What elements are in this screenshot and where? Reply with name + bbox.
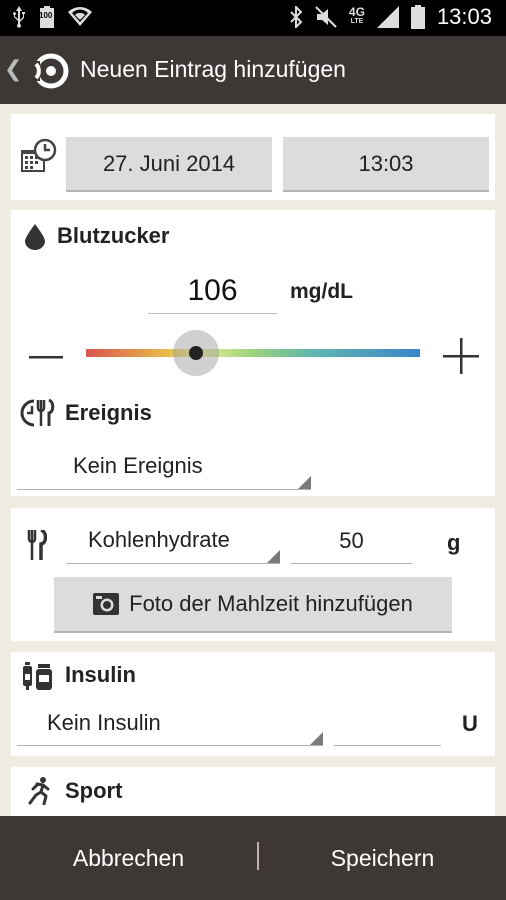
bottom-action-bar: Abbrechen Speichern (0, 816, 506, 900)
carbs-input[interactable]: 50 (291, 520, 412, 564)
save-button[interactable]: Speichern (259, 816, 506, 900)
cancel-button[interactable]: Abbrechen (0, 816, 257, 900)
dropdown-arrow-icon (267, 550, 280, 563)
carbs-unit: g (447, 530, 461, 555)
add-meal-photo-button[interactable]: Foto der Mahlzeit hinzufügen (54, 577, 452, 633)
camera-icon (93, 593, 120, 615)
event-dropdown[interactable]: Kein Ereignis (17, 446, 311, 490)
insulin-card: Insulin Kein Insulin U (11, 652, 495, 756)
insulin-title: Insulin (65, 662, 136, 687)
insulin-units-input[interactable] (334, 702, 441, 746)
signal-icon (376, 6, 399, 28)
sport-title: Sport (65, 778, 123, 803)
carbs-card: Kohlenhydrate 50 g Foto der Mahlzeit hin… (11, 508, 495, 641)
blood-sugar-input[interactable]: 106 (148, 268, 277, 314)
network-type: 4G LTE (348, 5, 365, 25)
wifi-icon (68, 7, 92, 27)
mute-icon (315, 6, 337, 28)
page-title: Neuen Eintrag hinzufügen (80, 56, 346, 82)
blood-sugar-title: Blutzucker (57, 223, 170, 248)
sport-card: Sport (11, 767, 495, 816)
blood-sugar-slider-track[interactable] (86, 349, 420, 357)
insulin-unit: U (462, 711, 478, 736)
date-button[interactable]: 27. Juni 2014 (66, 137, 272, 192)
battery-percent: 100 (39, 11, 53, 20)
datetime-card: 27. Juni 2014 13:03 (11, 114, 495, 200)
calendar-clock-icon (21, 138, 57, 172)
add-meal-photo-label: Foto der Mahlzeit hinzufügen (129, 591, 413, 616)
status-left: 100 (12, 6, 92, 28)
action-bar: ❮ Neuen Eintrag hinzufügen (0, 36, 506, 104)
minus-button[interactable] (29, 340, 63, 374)
insulin-type-dropdown[interactable]: Kein Insulin (17, 702, 323, 746)
event-dropdown-value: Kein Ereignis (73, 453, 203, 478)
usb-icon (12, 6, 26, 28)
drop-icon (25, 224, 45, 250)
cutlery-icon (27, 530, 47, 560)
blood-sugar-card: Blutzucker 106 mg/dL Ereignis Kein Ereig… (11, 210, 495, 496)
clock-cutlery-icon (20, 398, 55, 427)
entry-form: 27. Juni 2014 13:03 Blutzucker 106 mg/dL… (0, 104, 506, 816)
status-right: 4G LTE 13:03 (289, 4, 492, 30)
event-title: Ereignis (65, 400, 152, 425)
status-time: 13:03 (436, 4, 492, 29)
blood-sugar-unit: mg/dL (290, 280, 353, 303)
time-button[interactable]: 13:03 (283, 137, 489, 192)
running-icon (28, 777, 50, 805)
bluetooth-icon (289, 6, 303, 28)
insulin-pen-icon (23, 662, 52, 690)
dropdown-arrow-icon (310, 732, 323, 745)
app-logo-icon[interactable] (32, 52, 70, 90)
plus-button[interactable] (443, 338, 479, 374)
status-bar: 100 4G LTE 13:03 (0, 0, 506, 36)
carbs-type-value: Kohlenhydrate (88, 527, 230, 552)
dropdown-arrow-icon (298, 476, 311, 489)
battery-full-icon (410, 5, 425, 29)
chevron-left-icon[interactable]: ❮ (4, 56, 22, 82)
carbs-type-dropdown[interactable]: Kohlenhydrate (66, 520, 280, 564)
insulin-type-value: Kein Insulin (47, 710, 161, 735)
